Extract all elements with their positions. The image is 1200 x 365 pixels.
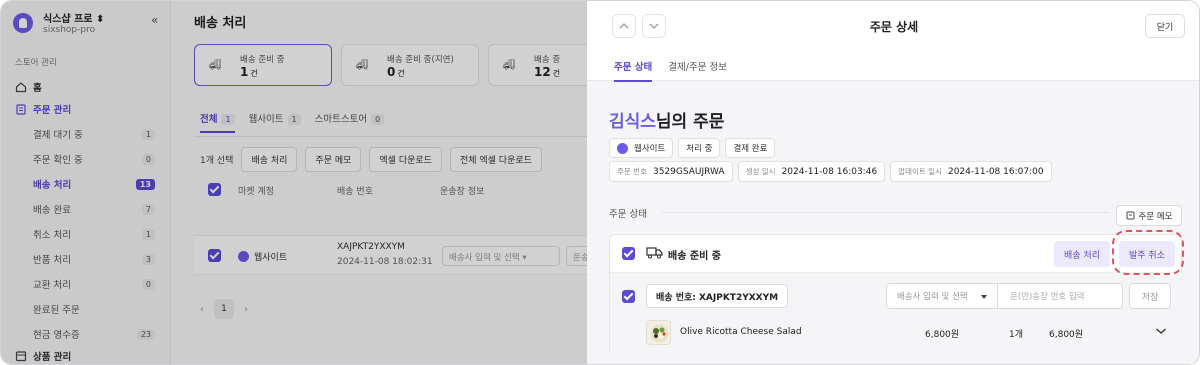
- shipment-status: 배송 준비 중: [668, 251, 721, 262]
- tab-payment-info[interactable]: 결제/주문 정보: [668, 59, 727, 82]
- product-price: 6,800원: [925, 330, 960, 340]
- ship-button[interactable]: 배송 처리: [1054, 241, 1110, 267]
- panel-tabs: 주문 상태 결제/주문 정보: [614, 59, 727, 82]
- created-at: 생성 일시 2024-11-08 16:03:46: [737, 161, 886, 182]
- shipment-header: 배송 준비 중 배송 처리 발주 취소: [610, 235, 1183, 273]
- product-total: 6,800원: [1049, 330, 1084, 340]
- memo-icon: [1126, 211, 1134, 220]
- product-thumbnail: [646, 320, 671, 345]
- cancel-button-highlight: [1112, 230, 1184, 275]
- caret-down-icon: [981, 295, 987, 299]
- panel-title: 주문 상세: [869, 20, 919, 34]
- truck-icon: [646, 247, 663, 259]
- chevron-down-icon[interactable]: [1155, 326, 1167, 336]
- product-quantity: 1개: [1009, 330, 1024, 340]
- shipment-number-button[interactable]: 배송 번호: XAJPKT2YXXYM: [646, 284, 789, 308]
- order-detail-panel: 주문 상세 닫기 주문 상태 결제/주문 정보 김식스님의 주문 웹사이트 처리…: [587, 1, 1199, 364]
- shipment-checkbox[interactable]: [622, 247, 635, 260]
- modal-backdrop[interactable]: [1, 1, 587, 364]
- section-divider: [662, 212, 1110, 213]
- shipment-card: 배송 준비 중 배송 처리 발주 취소 배송 번호: XAJPKT2YXXYM …: [609, 234, 1183, 355]
- channel-badge: 웹사이트: [609, 138, 674, 158]
- shipment-detail: 배송 번호: XAJPKT2YXXYM 배송사 입력 및 선택 운(반)송장 번…: [610, 273, 1183, 355]
- order-heading: 김식스님의 주문: [609, 112, 725, 132]
- memo-button-label: 주문 메모: [1138, 211, 1173, 222]
- app-frame: 식스샵 프로 ⬍ sixshop-pro « 스토어 관리 홈 주문 관리 결제…: [0, 0, 1200, 365]
- order-badges: 웹사이트 처리 중 결제 완료: [609, 138, 776, 158]
- section-title: 주문 상태: [609, 209, 647, 220]
- order-memo-button[interactable]: 주문 메모: [1116, 205, 1182, 226]
- item-group-checkbox[interactable]: [622, 290, 635, 303]
- panel-header: 주문 상세 닫기 주문 상태 결제/주문 정보: [587, 1, 1199, 82]
- customer-name: 김식스: [609, 112, 656, 132]
- payment-badge: 결제 완료: [725, 138, 776, 158]
- tracking-number-input[interactable]: 운(반)송장 번호 입력: [997, 283, 1123, 309]
- save-button[interactable]: 저장: [1129, 283, 1171, 309]
- order-number: 주문 번호 3529GSAUJRWA: [609, 161, 733, 182]
- order-meta: 주문 번호 3529GSAUJRWA 생성 일시 2024-11-08 16:03:…: [609, 161, 1052, 182]
- tab-order-status[interactable]: 주문 상태: [614, 59, 653, 82]
- processing-badge: 처리 중: [678, 138, 721, 158]
- website-icon: [617, 142, 628, 154]
- carrier-select[interactable]: 배송사 입력 및 선택: [886, 283, 998, 309]
- close-button[interactable]: 닫기: [1145, 14, 1185, 38]
- updated-at: 업데이트 일시 2024-11-08 16:07:00: [890, 161, 1052, 182]
- product-name: Olive Ricotta Cheese Salad: [680, 327, 802, 337]
